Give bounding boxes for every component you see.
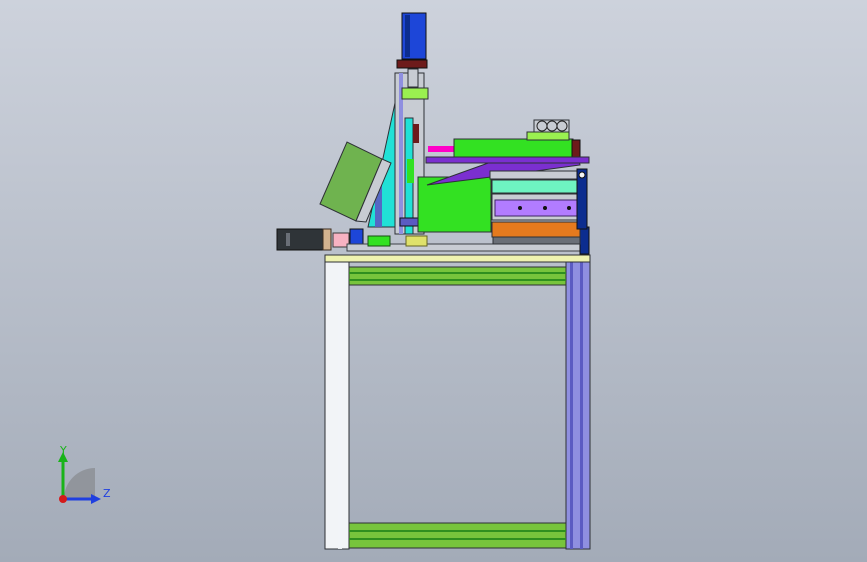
layer-orange: [491, 221, 581, 238]
table-top-plate: [324, 254, 591, 263]
top-right-gears: [533, 119, 570, 133]
layer-fastener-icon-2: [543, 206, 547, 210]
layer-bottom: [492, 236, 581, 245]
left-upright: [324, 260, 350, 550]
left-motor-rib: [286, 233, 290, 246]
top-coupling: [407, 68, 419, 88]
lower-cross-rail-line-2: [349, 538, 566, 540]
left-motor-flange: [322, 228, 332, 251]
right-upright-groove-1: [570, 261, 573, 549]
triad-z-label: Z: [103, 487, 111, 500]
upper-cross-rail-line-1: [349, 272, 566, 274]
right-upright: [565, 260, 591, 550]
layer-fastener-icon-3: [567, 206, 571, 210]
layer-bolt-icon: [578, 171, 586, 179]
lower-cross-rail-line-1: [349, 530, 566, 532]
layer-green: [491, 179, 581, 194]
slide-block-right: [405, 235, 428, 247]
upper-bracket: [401, 87, 429, 100]
top-motor-stripe: [405, 15, 410, 57]
layer-purple: [494, 199, 578, 217]
upper-cross-rail-line-2: [349, 279, 566, 281]
right-end-plate: [579, 226, 590, 255]
top-motor-mount: [396, 59, 428, 69]
vertical-guide-highlight: [407, 159, 414, 183]
left-motor-body: [276, 228, 324, 251]
vertical-slider: [413, 124, 419, 143]
right-layered-assembly: [489, 168, 588, 245]
upper-purple-rail: [425, 156, 590, 164]
magenta-arm: [428, 146, 454, 152]
triad-origin-icon: [59, 495, 67, 503]
right-upright-groove-2: [580, 261, 583, 549]
upper-green-plate: [453, 138, 574, 159]
upper-top-plate: [526, 131, 570, 141]
upper-end-stop: [571, 139, 581, 159]
layer-top-rail: [489, 170, 585, 180]
cad-viewport[interactable]: Y Z: [0, 0, 867, 562]
model-canvas[interactable]: Y Z: [0, 0, 867, 562]
slide-block-left: [367, 235, 391, 247]
left-upright-groove: [338, 261, 342, 549]
triad-y-label: Y: [59, 444, 67, 457]
layer-fastener-icon-1: [518, 206, 522, 210]
lower-cross-rail: [348, 522, 567, 549]
upper-cross-rail: [348, 266, 567, 286]
